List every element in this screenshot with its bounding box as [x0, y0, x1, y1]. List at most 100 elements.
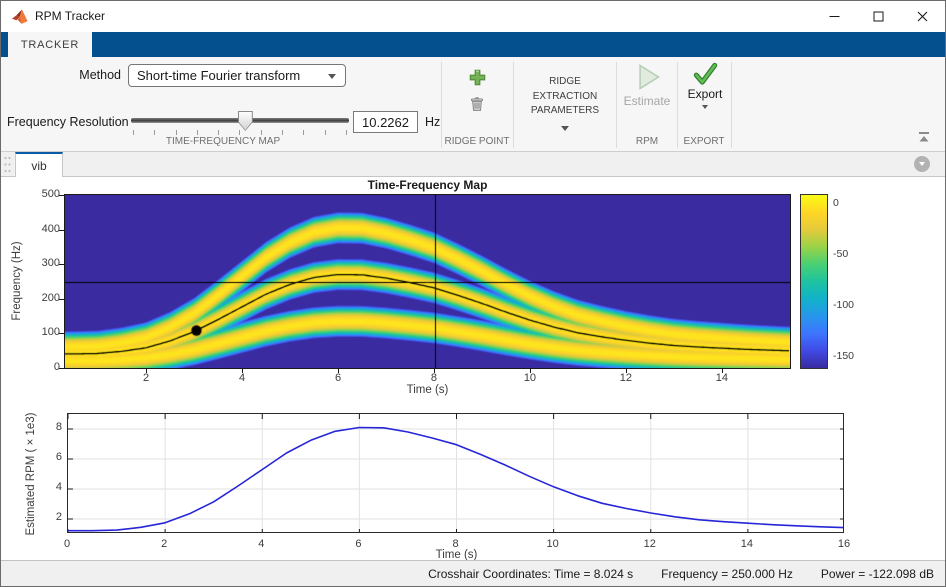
- tick-mark: [338, 369, 339, 373]
- matlab-logo-icon: [11, 8, 29, 25]
- spectrogram-canvas[interactable]: [65, 195, 790, 368]
- toolstrip: Method Short-time Fourier transform Freq…: [1, 57, 945, 152]
- colorbar: [800, 194, 828, 369]
- tick-label: 2: [131, 372, 161, 384]
- section-label-tfm: TIME-FREQUENCY MAP: [61, 136, 385, 149]
- slider-thumb[interactable]: [238, 111, 253, 131]
- tick-label: 2: [149, 538, 179, 550]
- method-dropdown[interactable]: Short-time Fourier transform: [128, 64, 346, 87]
- frequency-resolution-slider[interactable]: [131, 111, 349, 139]
- frequency-resolution-input[interactable]: [353, 111, 418, 133]
- tick-label: 100: [20, 326, 60, 338]
- document-actions-button[interactable]: [914, 156, 930, 172]
- tick-label: 400: [20, 223, 60, 235]
- tick-label: 200: [20, 292, 60, 304]
- ridge-extraction-parameters-button[interactable]: RIDGE EXTRACTION PARAMETERS: [517, 61, 613, 147]
- window-title: RPM Tracker: [35, 9, 105, 23]
- spectrogram-title: Time-Frequency Map: [65, 178, 790, 192]
- tick-mark: [530, 369, 531, 373]
- method-label: Method: [1, 68, 121, 82]
- estimate-button-label: Estimate: [624, 94, 671, 108]
- chevron-down-icon: [919, 162, 925, 166]
- tick-mark: [59, 264, 64, 265]
- method-dropdown-value: Short-time Fourier transform: [137, 68, 300, 83]
- tick-label: 14: [707, 372, 737, 384]
- export-button[interactable]: Export: [679, 62, 731, 138]
- tick-mark: [59, 230, 64, 231]
- tick-label: 0: [833, 197, 869, 209]
- minimize-button[interactable]: [812, 1, 856, 32]
- tick-label: 6: [343, 538, 373, 550]
- chevron-down-icon: [561, 126, 569, 131]
- toolstrip-tabbar: TRACKER: [1, 32, 945, 57]
- rpm-plot: [67, 413, 844, 533]
- tick-label: 6: [38, 451, 62, 463]
- status-crosshair-power: Power = -122.098 dB: [821, 567, 934, 581]
- rpm-tracker-window: RPM Tracker TRACKER Method Short-time Fo…: [0, 0, 946, 587]
- tick-label: -50: [833, 248, 869, 260]
- tab-vib[interactable]: vib: [15, 152, 63, 177]
- trash-icon: [469, 96, 485, 112]
- section-label-ridge-point: RIDGE POINT: [439, 136, 515, 149]
- rpm-ylabel: Estimated RPM ( × 1e3): [25, 412, 37, 535]
- status-crosshair-time: Crosshair Coordinates: Time = 8.024 s: [428, 567, 633, 581]
- colorbar-gradient: [801, 195, 827, 368]
- tick-label: 8: [441, 538, 471, 550]
- document-tabbar: vib: [1, 152, 945, 177]
- tick-label: -150: [833, 350, 869, 362]
- section-separator: [513, 62, 514, 148]
- check-icon: [692, 62, 718, 86]
- titlebar: RPM Tracker: [1, 1, 945, 32]
- tick-label: 10: [515, 372, 545, 384]
- estimate-button[interactable]: Estimate: [619, 62, 675, 132]
- tick-label: 0: [52, 538, 82, 550]
- tick-label: 12: [611, 372, 641, 384]
- play-icon: [632, 62, 662, 92]
- ridge-extraction-parameters-label: RIDGE EXTRACTION PARAMETERS: [517, 75, 613, 119]
- maximize-button[interactable]: [856, 1, 900, 32]
- collapse-toolstrip-button[interactable]: [913, 129, 935, 145]
- spectrogram-xlabel: Time (s): [65, 384, 790, 396]
- status-crosshair-frequency: Frequency = 250.000 Hz: [661, 567, 793, 581]
- section-separator: [731, 62, 732, 148]
- tick-label: 14: [732, 538, 762, 550]
- tick-mark: [722, 369, 723, 373]
- add-ridge-point-button[interactable]: [462, 65, 492, 89]
- statusbar: Crosshair Coordinates: Time = 8.024 s Fr…: [1, 560, 945, 586]
- tick-mark: [146, 369, 147, 373]
- spectrogram-ylabel: Frequency (Hz): [11, 241, 23, 320]
- section-label-rpm: RPM: [617, 136, 677, 149]
- tick-label: 4: [246, 538, 276, 550]
- spectrogram-plot[interactable]: [64, 194, 791, 369]
- frequency-resolution-label: Frequency Resolution: [7, 115, 129, 129]
- collapse-up-icon: [917, 131, 931, 144]
- tick-mark: [59, 368, 64, 369]
- tick-label: -100: [833, 299, 869, 311]
- tick-label: 16: [829, 538, 859, 550]
- tick-mark: [626, 369, 627, 373]
- tick-mark: [59, 333, 64, 334]
- tick-label: 300: [20, 257, 60, 269]
- tick-label: 2: [38, 511, 62, 523]
- tick-label: 4: [38, 481, 62, 493]
- tick-mark: [59, 195, 64, 196]
- tick-label: 12: [635, 538, 665, 550]
- tick-label: 10: [538, 538, 568, 550]
- tick-mark: [242, 369, 243, 373]
- delete-ridge-point-button[interactable]: [462, 93, 492, 115]
- tick-label: 6: [323, 372, 353, 384]
- close-button[interactable]: [900, 1, 944, 32]
- tick-mark: [59, 299, 64, 300]
- tick-label: 4: [227, 372, 257, 384]
- tick-label: 8: [38, 421, 62, 433]
- section-label-export: EXPORT: [677, 136, 731, 149]
- plus-icon: [469, 69, 486, 86]
- tick-label: 8: [419, 372, 449, 384]
- tick-mark: [434, 369, 435, 373]
- drag-grip-icon[interactable]: [3, 155, 12, 174]
- tab-tracker[interactable]: TRACKER: [8, 32, 92, 57]
- export-button-label: Export: [688, 87, 723, 101]
- chevron-down-icon: [328, 74, 336, 79]
- chevron-down-icon: [702, 105, 708, 109]
- slider-ticks: [133, 130, 347, 135]
